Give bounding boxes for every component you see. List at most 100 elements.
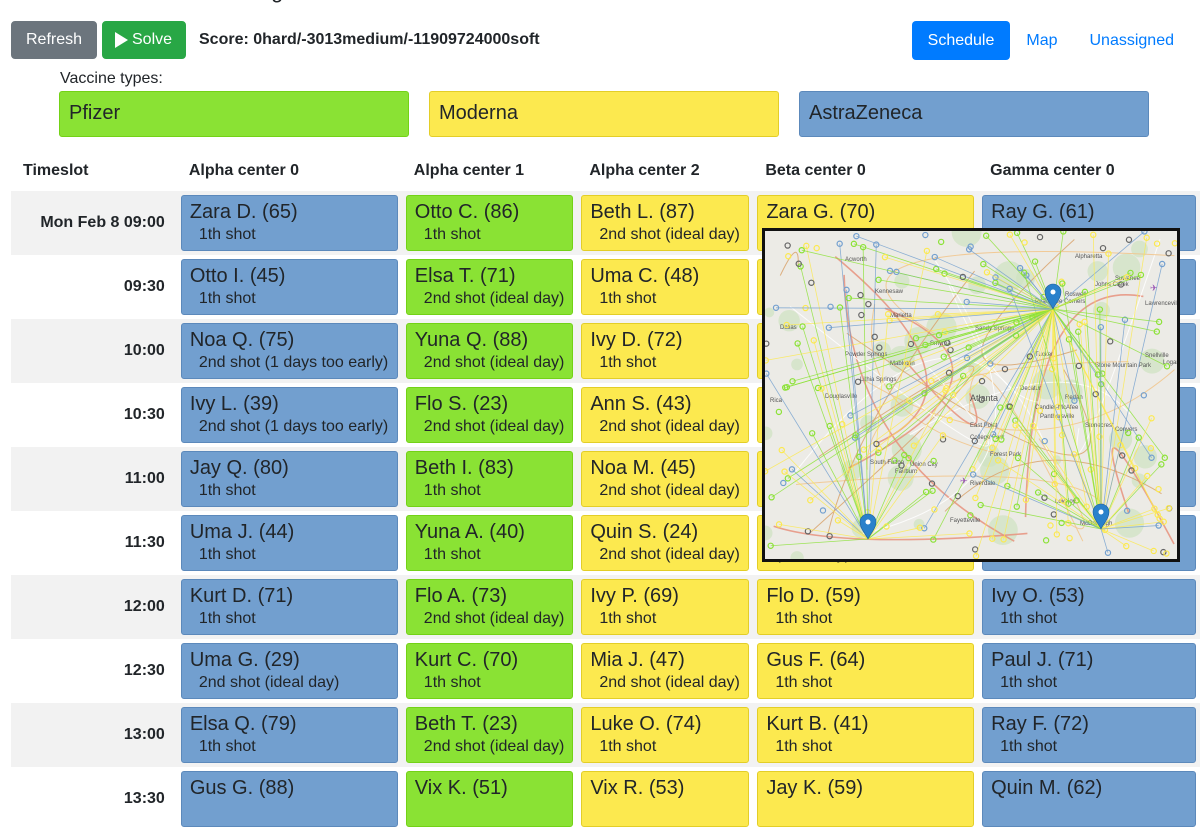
schedule-cell: Luke O. (74)1th shot <box>577 703 753 767</box>
map-town-label: Alpharetta <box>1075 254 1103 260</box>
shot-info: 1th shot <box>190 736 389 758</box>
person-name: Jay K. (59) <box>766 776 965 800</box>
solve-button[interactable]: Solve <box>102 21 186 59</box>
appointment-card[interactable]: Kurt C. (70)1th shot <box>406 643 574 699</box>
person-name: Ann S. (43) <box>590 392 740 416</box>
appointment-card[interactable]: Ivy O. (53)1th shot <box>982 579 1196 635</box>
person-name: Zara G. (70) <box>766 200 965 224</box>
timeslot-label: 09:30 <box>11 255 177 319</box>
schedule-cell: Zara D. (65)1th shot <box>177 191 402 255</box>
map-town-label: Rica <box>770 398 783 404</box>
refresh-button[interactable]: Refresh <box>11 21 97 59</box>
map-park <box>791 359 803 371</box>
appointment-card[interactable]: Elsa Q. (79)1th shot <box>181 707 398 763</box>
appointment-card[interactable]: Quin M. (62) <box>982 771 1196 827</box>
person-name: Ivy O. (53) <box>991 584 1187 608</box>
appointment-card[interactable]: Kurt D. (71)1th shot <box>181 579 398 635</box>
appointment-card[interactable]: Ivy L. (39)2nd shot (1 days too early) <box>181 387 398 443</box>
map-town-label: Riverdale <box>970 481 996 487</box>
person-name: Kurt B. (41) <box>766 712 965 736</box>
schedule-cell: Ivy D. (72)1th shot <box>577 319 753 383</box>
person-name: Yuna Q. (88) <box>415 328 565 352</box>
appointment-card[interactable]: Beth L. (87)2nd shot (ideal day) <box>581 195 749 251</box>
person-name: Quin M. (62) <box>991 776 1187 800</box>
timeslot-label: Mon Feb 8 09:00 <box>11 191 177 255</box>
schedule-cell: Flo D. (59)1th shot <box>753 575 978 639</box>
timeslot-label: 10:30 <box>11 383 177 447</box>
appointment-card[interactable]: Gus G. (88) <box>181 771 398 827</box>
appointment-card[interactable]: Otto I. (45)1th shot <box>181 259 398 315</box>
shot-info: 1th shot <box>766 608 965 630</box>
appointment-card[interactable]: Gus F. (64)1th shot <box>757 643 974 699</box>
appointment-card[interactable]: Flo D. (59)1th shot <box>757 579 974 635</box>
person-name: Beth L. (87) <box>590 200 740 224</box>
appointment-card[interactable]: Jay Q. (80)1th shot <box>181 451 398 507</box>
appointment-card[interactable]: Ray F. (72)1th shot <box>982 707 1196 763</box>
appointment-card[interactable]: Noa Q. (75)2nd shot (1 days too early) <box>181 323 398 379</box>
person-name: Quin S. (24) <box>590 520 740 544</box>
appointment-card[interactable]: Otto C. (86)1th shot <box>406 195 574 251</box>
appointment-card[interactable]: Vix K. (51) <box>406 771 574 827</box>
schedule-row: 13:30Gus G. (88)Vix K. (51)Vix R. (53)Ja… <box>11 767 1200 831</box>
person-name: Elsa T. (71) <box>415 264 565 288</box>
shot-info: 2nd shot (ideal day) <box>190 672 389 694</box>
map-overlay[interactable]: AcworthAlpharettaSuwaneeKennesawRoswellJ… <box>762 228 1180 562</box>
schedule-row: 12:00Kurt D. (71)1th shotFlo A. (73)2nd … <box>11 575 1200 639</box>
appointment-card[interactable]: Beth T. (23)2nd shot (ideal day) <box>406 707 574 763</box>
appointment-card[interactable]: Yuna A. (40)1th shot <box>406 515 574 571</box>
schedule-cell: Yuna A. (40)1th shot <box>402 511 578 575</box>
shot-info: 2nd shot (ideal day) <box>590 416 740 438</box>
tab-map[interactable]: Map <box>1010 21 1073 60</box>
appointment-card[interactable]: Ivy P. (69)1th shot <box>581 579 749 635</box>
appointment-card[interactable]: Uma J. (44)1th shot <box>181 515 398 571</box>
schedule-cell: Jay K. (59) <box>753 767 978 831</box>
appointment-card[interactable]: Uma C. (48)1th shot <box>581 259 749 315</box>
schedule-cell: Kurt D. (71)1th shot <box>177 575 402 639</box>
schedule-cell: Yuna Q. (88)2nd shot (ideal day) <box>402 319 578 383</box>
appointment-card[interactable]: Flo S. (23)2nd shot (ideal day) <box>406 387 574 443</box>
shot-info: 2nd shot (ideal day) <box>590 480 740 502</box>
appointment-card[interactable]: Mia J. (47)2nd shot (ideal day) <box>581 643 749 699</box>
appointment-card[interactable]: Yuna Q. (88)2nd shot (ideal day) <box>406 323 574 379</box>
appointment-card[interactable]: Kurt B. (41)1th shot <box>757 707 974 763</box>
appointment-card[interactable]: Quin S. (24)2nd shot (ideal day) <box>581 515 749 571</box>
map-town-label: Snellville <box>1145 353 1169 359</box>
schedule-cell: Uma J. (44)1th shot <box>177 511 402 575</box>
shot-info: 2nd shot (ideal day) <box>590 672 740 694</box>
appointment-card[interactable]: Uma G. (29)2nd shot (ideal day) <box>181 643 398 699</box>
map-park <box>1131 241 1148 258</box>
pin-dot <box>1051 290 1056 295</box>
tab-schedule[interactable]: Schedule <box>912 21 1011 60</box>
schedule-cell: Kurt B. (41)1th shot <box>753 703 978 767</box>
person-name: Mia J. (47) <box>590 648 740 672</box>
appointment-card[interactable]: Flo A. (73)2nd shot (ideal day) <box>406 579 574 635</box>
vaccine-type-astrazeneca: AstraZeneca <box>799 91 1149 137</box>
person-name: Gus F. (64) <box>766 648 965 672</box>
schedule-cell: Quin M. (62) <box>978 767 1200 831</box>
timeslot-label: 12:30 <box>11 639 177 703</box>
appointment-card[interactable]: Beth I. (83)1th shot <box>406 451 574 507</box>
map-town-label: Stone Mountain Park <box>1095 363 1152 369</box>
appointment-card[interactable]: Elsa T. (71)2nd shot (ideal day) <box>406 259 574 315</box>
appointment-card[interactable]: Paul J. (71)1th shot <box>982 643 1196 699</box>
timeslot-header: Timeslot <box>11 151 177 191</box>
appointment-card[interactable]: Zara D. (65)1th shot <box>181 195 398 251</box>
map-canvas[interactable]: AcworthAlpharettaSuwaneeKennesawRoswellJ… <box>765 231 1177 559</box>
person-name: Vix K. (51) <box>415 776 565 800</box>
appointment-card[interactable]: Ivy D. (72)1th shot <box>581 323 749 379</box>
schedule-cell: Beth T. (23)2nd shot (ideal day) <box>402 703 578 767</box>
person-name: Kurt C. (70) <box>415 648 565 672</box>
person-name: Ivy P. (69) <box>590 584 740 608</box>
schedule-cell: Uma C. (48)1th shot <box>577 255 753 319</box>
person-name: Uma C. (48) <box>590 264 740 288</box>
appointment-card[interactable]: Luke O. (74)1th shot <box>581 707 749 763</box>
shot-info: 1th shot <box>590 288 740 310</box>
schedule-cell: Elsa Q. (79)1th shot <box>177 703 402 767</box>
appointment-card[interactable]: Jay K. (59) <box>757 771 974 827</box>
appointment-card[interactable]: Vix R. (53) <box>581 771 749 827</box>
shot-info: 1th shot <box>190 224 389 246</box>
appointment-card[interactable]: Ann S. (43)2nd shot (ideal day) <box>581 387 749 443</box>
person-name: Flo A. (73) <box>415 584 565 608</box>
appointment-card[interactable]: Noa M. (45)2nd shot (ideal day) <box>581 451 749 507</box>
tab-unassigned[interactable]: Unassigned <box>1074 21 1191 60</box>
